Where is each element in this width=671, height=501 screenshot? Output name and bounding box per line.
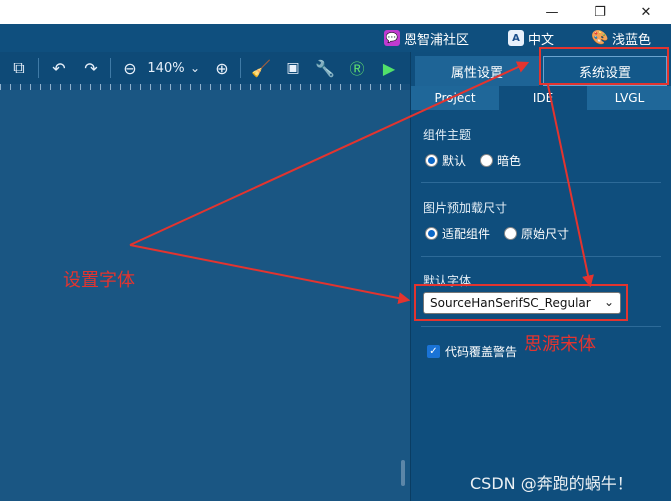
watermark: CSDN @奔跑的蜗牛！	[470, 474, 633, 493]
arrow-to-dropdown	[547, 84, 594, 288]
annotation-arrows	[129, 61, 594, 305]
arrow-to-font-select	[129, 244, 411, 305]
arrow-to-system-tab	[129, 61, 530, 246]
annotation-source-han: 思源宋体	[524, 334, 596, 355]
annotation-set-font: 设置字体	[63, 270, 135, 291]
